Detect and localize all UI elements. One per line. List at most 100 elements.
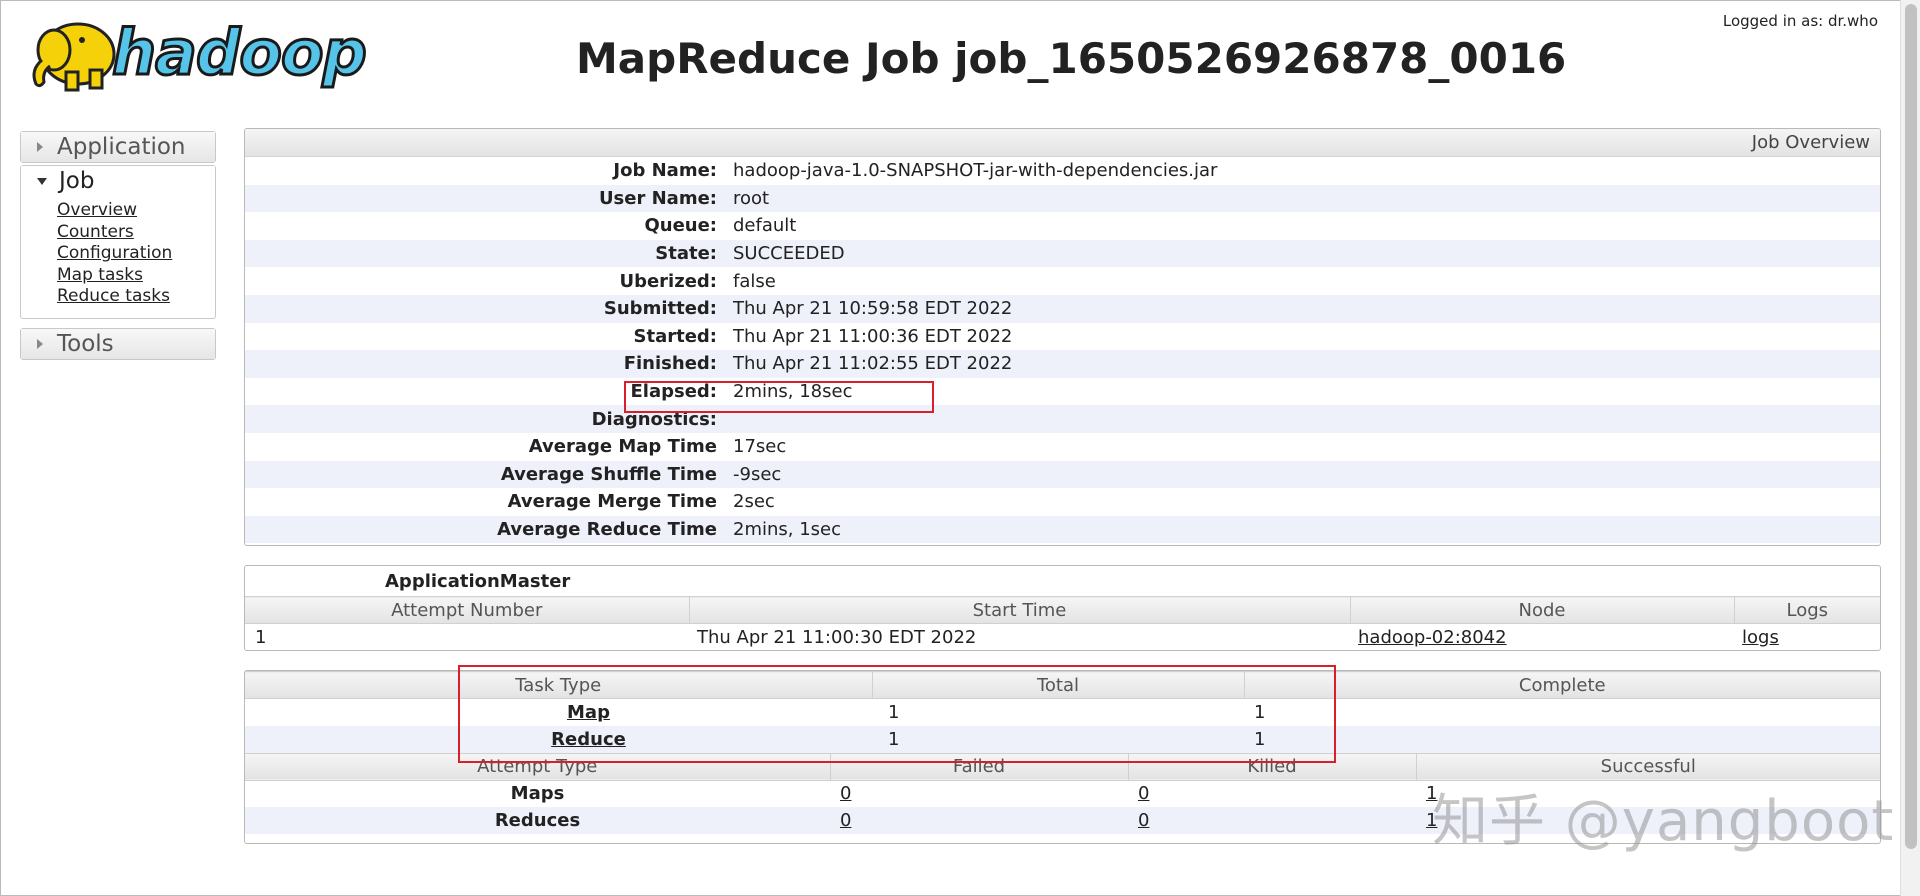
column-header: Total [871, 671, 1244, 699]
nav-tools[interactable]: Tools [20, 328, 216, 360]
overview-row: Average Map Time 17sec [245, 433, 1880, 461]
table-row: Map 1 1 [245, 699, 1880, 726]
collapsed-arrow-icon [37, 339, 43, 349]
overview-row: Submitted: Thu Apr 21 10:59:58 EDT 2022 [245, 294, 1880, 323]
overview-row: Queue: default [245, 212, 1880, 240]
reduces-failed-link[interactable]: 0 [840, 810, 851, 831]
nav-application-label: Application [57, 134, 186, 160]
nav-application[interactable]: Application [20, 131, 216, 163]
start-time: Thu Apr 21 11:00:30 EDT 2022 [697, 626, 977, 648]
column-header: Attempt Number [245, 596, 689, 624]
field-label: Diagnostics: [591, 408, 717, 430]
node-link[interactable]: hadoop-02:8042 [1358, 627, 1507, 648]
field-value: Thu Apr 21 11:02:55 EDT 2022 [733, 353, 1013, 375]
logs-link[interactable]: logs [1742, 627, 1779, 648]
nav-tools-label: Tools [57, 331, 114, 357]
map-complete: 1 [1254, 701, 1266, 723]
column-header: Start Time [688, 596, 1350, 624]
task-type-table: Task Type Total Complete Map 1 1 Reduce … [245, 671, 1880, 753]
field-value: 2mins, 18sec [733, 381, 853, 403]
nav-job-header[interactable]: Job [21, 166, 215, 196]
expanded-arrow-icon [37, 177, 47, 185]
field-label: Average Reduce Time [497, 519, 717, 541]
table-row: 1 Thu Apr 21 11:00:30 EDT 2022 hadoop-02… [245, 624, 1880, 651]
nav-link-configuration[interactable]: Configuration [57, 243, 215, 265]
field-label: Queue: [644, 215, 717, 237]
field-label: Started: [633, 325, 718, 347]
field-label: Finished: [623, 353, 717, 375]
column-header: Node [1349, 596, 1734, 624]
field-label: Average Shuffle Time [500, 463, 717, 485]
application-master-panel: ApplicationMaster Attempt Number Start T… [244, 565, 1881, 651]
overview-row: Uberized: false [245, 267, 1880, 295]
field-label: User Name: [598, 187, 717, 209]
overview-row: User Name: root [245, 184, 1880, 213]
map-total: 1 [888, 701, 900, 723]
column-header: Complete [1243, 671, 1880, 699]
job-overview-panel: Job Overview Job Name: hadoop-java-1.0-SN… [244, 128, 1881, 546]
field-value: Thu Apr 21 11:00:36 EDT 2022 [733, 325, 1013, 347]
field-value: 2sec [733, 491, 775, 513]
collapsed-arrow-icon [37, 142, 43, 152]
field-label: Average Merge Time [507, 491, 717, 513]
field-value: -9sec [733, 463, 782, 485]
watermark-text: 知乎 @yangboot [1432, 789, 1895, 854]
attempt-number: 1 [255, 626, 267, 648]
nav-job: Job Overview Counters Configuration Map … [20, 165, 216, 319]
overview-row: Average Merge Time 2sec [245, 488, 1880, 516]
field-label: Uberized: [619, 270, 717, 292]
table-row: Reduce 1 1 [245, 725, 1880, 753]
overview-row: Started: Thu Apr 21 11:00:36 EDT 2022 [245, 323, 1880, 351]
overview-row: Job Name: hadoop-java-1.0-SNAPSHOT-jar-wi… [245, 157, 1880, 185]
overview-row: Average Shuffle Time -9sec [245, 460, 1880, 489]
attempt-type-label: Reduces [245, 807, 830, 834]
field-label: Average Map Time [528, 436, 717, 458]
nav-link-overview[interactable]: Overview [57, 200, 215, 222]
attempt-type-label: Maps [510, 783, 565, 805]
scrollbar-thumb[interactable] [1905, 4, 1917, 849]
column-header: Logs [1733, 596, 1880, 624]
column-header: Attempt Type [245, 752, 830, 781]
page-title: MapReduce Job job_1650526926878_0016 [576, 34, 1567, 83]
overview-row: Diagnostics: [245, 405, 1880, 433]
field-value: false [733, 270, 776, 292]
hadoop-logo[interactable]: hadoop [20, 10, 400, 100]
field-label: Elapsed: [630, 381, 717, 403]
field-value: 2mins, 1sec [733, 519, 842, 541]
vertical-scrollbar[interactable] [1900, 0, 1920, 896]
nav-link-map-tasks[interactable]: Map tasks [57, 265, 215, 287]
column-header: Task Type [245, 671, 872, 699]
logged-in-label: Logged in as: dr.who [1722, 12, 1878, 30]
nav-tools-header[interactable]: Tools [21, 329, 215, 359]
field-label: Submitted: [603, 298, 717, 320]
nav-application-header[interactable]: Application [21, 132, 215, 162]
maps-failed-link[interactable]: 0 [840, 783, 851, 804]
overview-rows: Job Name: hadoop-java-1.0-SNAPSHOT-jar-wi… [245, 157, 1880, 544]
overview-row: State: SUCCEEDED [245, 239, 1880, 268]
column-header: Killed [1127, 752, 1416, 781]
field-value: default [733, 215, 797, 237]
field-value: root [733, 187, 770, 209]
application-master-table: Attempt Number Start Time Node Logs 1 Th… [245, 596, 1880, 651]
overview-row: Finished: Thu Apr 21 11:02:55 EDT 2022 [245, 350, 1880, 378]
reduce-tasks-link[interactable]: Reduce [551, 729, 626, 750]
field-value: SUCCEEDED [733, 243, 845, 265]
table-header-row: Task Type Total Complete [245, 671, 1880, 699]
reduces-killed-link[interactable]: 0 [1138, 810, 1149, 831]
reduce-total: 1 [872, 725, 1244, 753]
column-header: Failed [829, 752, 1128, 781]
maps-killed-link[interactable]: 0 [1138, 783, 1149, 804]
nav-link-counters[interactable]: Counters [57, 222, 215, 244]
map-tasks-link[interactable]: Map [567, 702, 610, 723]
job-overview-header: Job Overview [245, 129, 1880, 157]
field-value: hadoop-java-1.0-SNAPSHOT-jar-with-depend… [733, 160, 1218, 182]
field-label: Job Name: [613, 160, 717, 182]
nav-link-reduce-tasks[interactable]: Reduce tasks [57, 286, 215, 308]
application-master-caption: ApplicationMaster [385, 571, 571, 592]
field-value: 17sec [733, 436, 787, 458]
field-value: Thu Apr 21 10:59:58 EDT 2022 [733, 298, 1013, 320]
nav-job-label: Job [59, 168, 95, 194]
reduce-complete: 1 [1244, 725, 1880, 753]
logo-wordmark: hadoop [111, 15, 369, 91]
overview-row: Average Reduce Time 2mins, 1sec [245, 515, 1880, 544]
